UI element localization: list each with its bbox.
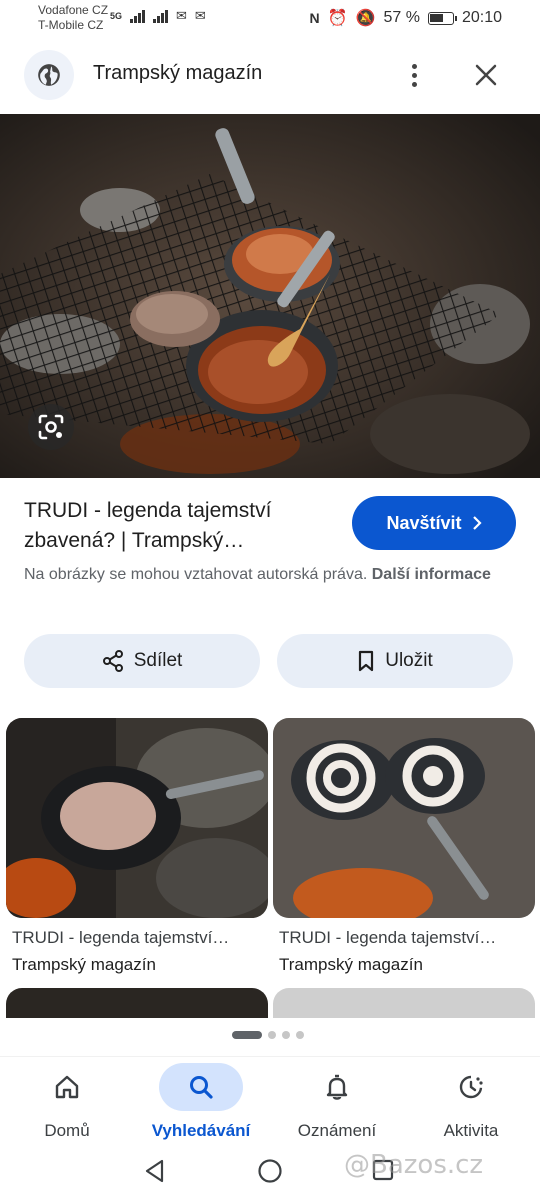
battery-percent: 57 % — [383, 9, 420, 26]
nfc-icon: N — [309, 10, 320, 26]
watermark: @Bazos.cz — [344, 1150, 484, 1180]
share-button[interactable]: Sdílet — [24, 634, 260, 688]
bell-icon — [295, 1063, 379, 1111]
status-bar: Vodafone CZ T-Mobile CZ 5G ✉ ✉ N ⏰ 🔕 57 … — [0, 0, 540, 38]
alarm-icon: ⏰ — [327, 10, 348, 27]
related-source-2: Trampský magazín — [279, 955, 423, 974]
nav-home[interactable]: Domů — [12, 1063, 122, 1141]
lens-icon — [38, 414, 64, 440]
back-icon[interactable] — [142, 1158, 168, 1184]
copyright-notice: Na obrázky se mohou vztahovat autorská p… — [24, 563, 494, 587]
close-icon — [475, 64, 497, 86]
more-vert-icon[interactable] — [398, 58, 430, 92]
status-right-icons: N ⏰ 🔕 57 % 20:10 — [310, 8, 502, 28]
page-dot-active — [232, 1031, 262, 1039]
chevron-right-icon — [472, 516, 482, 530]
bottom-navigation: Domů Vyhledávání Oznámení Aktivita — [0, 1056, 540, 1146]
carrier-2: T-Mobile CZ — [38, 18, 104, 32]
nav-notifications-label: Oznámení — [297, 1121, 377, 1140]
close-button[interactable] — [468, 57, 504, 93]
related-image-2[interactable] — [273, 718, 535, 918]
app-header: Trampský magazín — [0, 40, 540, 110]
site-title: Trampský magazín — [93, 62, 263, 84]
carrier-1: Vodafone CZ — [38, 3, 109, 17]
page-dot — [282, 1031, 290, 1039]
copyright-text: Na obrázky se mohou vztahovat autorská p… — [24, 566, 368, 583]
related-title-2[interactable]: TRUDI - legenda tajemství… — [279, 928, 537, 948]
result-image[interactable] — [0, 114, 540, 478]
nav-activity[interactable]: Aktivita — [416, 1063, 526, 1141]
status-left-icons: 5G ✉ ✉ — [110, 8, 206, 24]
page-indicator — [232, 1031, 304, 1039]
visit-label: Navštívit — [386, 512, 462, 533]
share-label: Sdílet — [133, 650, 183, 671]
result-title[interactable]: TRUDI - legenda tajemství zbavená? | Tra… — [24, 496, 344, 556]
lens-search-button[interactable] — [28, 404, 74, 450]
related-image-1[interactable] — [6, 718, 268, 918]
share-icon — [102, 650, 123, 672]
mute-icon: 🔕 — [355, 10, 376, 27]
nav-activity-label: Aktivita — [443, 1121, 499, 1140]
network-type: 5G — [110, 11, 123, 21]
home-button-icon[interactable] — [257, 1158, 283, 1184]
signal-icon — [130, 9, 146, 23]
search-icon — [159, 1063, 243, 1111]
page-dot — [296, 1031, 304, 1039]
related-image-3[interactable] — [6, 988, 268, 1018]
visit-button[interactable]: Navštívit — [352, 496, 516, 550]
battery-icon — [427, 11, 457, 25]
nav-search[interactable]: Vyhledávání — [146, 1063, 256, 1141]
bookmark-icon — [359, 650, 374, 672]
page-dot — [268, 1031, 276, 1039]
globe-icon — [24, 50, 74, 100]
activity-icon — [429, 1063, 513, 1111]
mail-icon: ✉ — [176, 8, 187, 23]
signal-2-icon — [153, 9, 169, 23]
more-info-link[interactable]: Další informace — [372, 566, 491, 583]
nav-search-label: Vyhledávání — [151, 1121, 251, 1140]
save-label: Uložit — [385, 650, 433, 671]
mail-2-icon: ✉ — [194, 8, 206, 23]
save-button[interactable]: Uložit — [277, 634, 513, 688]
related-source-1: Trampský magazín — [12, 955, 156, 974]
clock: 20:10 — [461, 9, 502, 26]
carrier-names: Vodafone CZ T-Mobile CZ — [38, 3, 108, 33]
nav-notifications[interactable]: Oznámení — [282, 1063, 392, 1141]
nav-home-label: Domů — [44, 1121, 90, 1140]
home-icon — [25, 1063, 109, 1111]
related-title-1[interactable]: TRUDI - legenda tajemství… — [12, 928, 270, 948]
related-image-4[interactable] — [273, 988, 535, 1018]
